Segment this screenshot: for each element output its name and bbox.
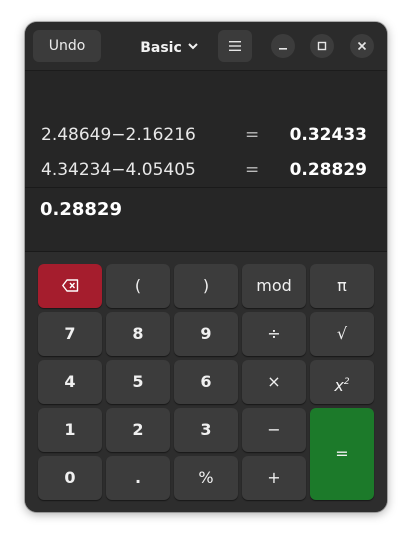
digit-5-button[interactable]: 5 <box>106 360 170 404</box>
main-menu-button[interactable] <box>218 30 252 62</box>
multiply-button[interactable]: × <box>242 360 306 404</box>
history-expression: 4.34234−4.05405 <box>41 160 196 180</box>
digit-7-button[interactable]: 7 <box>38 312 102 356</box>
decimal-point-button[interactable]: . <box>106 456 170 500</box>
minimize-button[interactable] <box>271 34 295 58</box>
add-button[interactable]: + <box>242 456 306 500</box>
history-row[interactable]: 2.48649−2.16216 = 0.32433 <box>41 125 367 149</box>
mode-label: Basic <box>140 40 182 56</box>
history-equals: = <box>245 125 260 145</box>
maximize-button[interactable] <box>310 34 334 58</box>
history-result: 0.28829 <box>289 160 367 180</box>
digit-1-button[interactable]: 1 <box>38 408 102 452</box>
minimize-icon <box>279 48 287 50</box>
history-expression: 2.48649−2.16216 <box>41 125 196 145</box>
keypad: ( ) mod π 7 8 9 ÷ √ 4 5 6 × x2 1 2 3 − =… <box>25 252 387 512</box>
digit-6-button[interactable]: 6 <box>174 360 238 404</box>
square-root-button[interactable]: √ <box>310 312 374 356</box>
digit-0-button[interactable]: 0 <box>38 456 102 500</box>
digit-4-button[interactable]: 4 <box>38 360 102 404</box>
square-button[interactable]: x2 <box>310 360 374 404</box>
close-icon <box>357 41 367 51</box>
hamburger-menu-icon <box>229 41 241 51</box>
square-base: x <box>334 376 344 395</box>
equals-button[interactable]: = <box>310 408 374 500</box>
calculator-window: Undo Basic 2.48649−2.16216 = 0.32433 4.3… <box>25 22 387 512</box>
header-bar: Undo Basic <box>25 22 387 71</box>
mod-button[interactable]: mod <box>242 264 306 308</box>
digit-8-button[interactable]: 8 <box>106 312 170 356</box>
backspace-icon <box>62 279 79 292</box>
digit-2-button[interactable]: 2 <box>106 408 170 452</box>
divide-button[interactable]: ÷ <box>242 312 306 356</box>
pi-button[interactable]: π <box>310 264 374 308</box>
close-paren-button[interactable]: ) <box>174 264 238 308</box>
maximize-icon <box>317 41 327 51</box>
mode-selector[interactable]: Basic <box>133 30 205 62</box>
history-row[interactable]: 4.34234−4.05405 = 0.28829 <box>41 160 367 184</box>
calculator-display: 2.48649−2.16216 = 0.32433 4.34234−4.0540… <box>25 71 387 252</box>
square-exponent: 2 <box>343 377 350 387</box>
history-equals: = <box>245 160 260 180</box>
close-button[interactable] <box>350 34 374 58</box>
current-result[interactable]: 0.28829 <box>40 199 122 220</box>
percent-button[interactable]: % <box>174 456 238 500</box>
backspace-button[interactable] <box>38 264 102 308</box>
digit-3-button[interactable]: 3 <box>174 408 238 452</box>
open-paren-button[interactable]: ( <box>106 264 170 308</box>
history-result: 0.32433 <box>289 125 367 145</box>
undo-button[interactable]: Undo <box>33 30 101 62</box>
chevron-down-icon <box>188 30 198 62</box>
display-divider <box>25 187 387 188</box>
digit-9-button[interactable]: 9 <box>174 312 238 356</box>
subtract-button[interactable]: − <box>242 408 306 452</box>
